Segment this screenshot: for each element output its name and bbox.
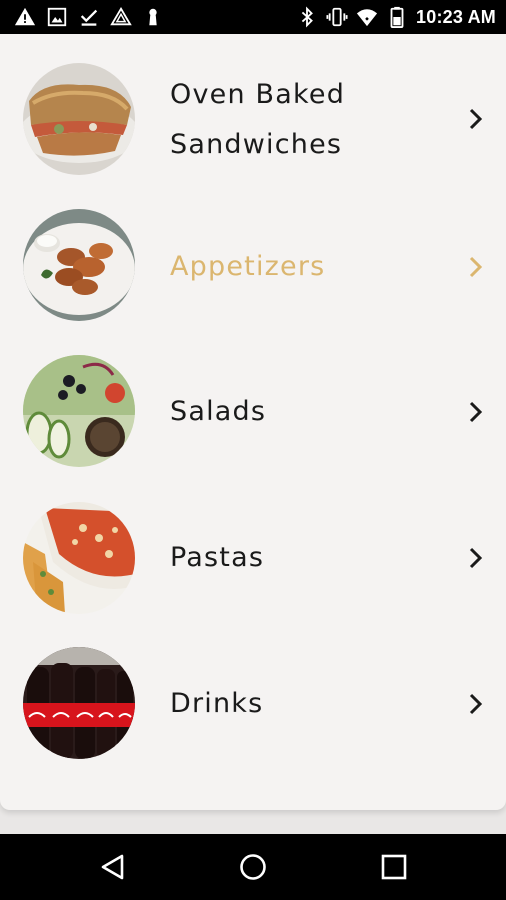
pasta-image xyxy=(23,502,135,614)
chevron-right-icon xyxy=(466,398,486,426)
chevron-right-icon xyxy=(466,690,486,718)
chevron-right-icon xyxy=(466,105,486,133)
category-oven-baked-sandwiches[interactable]: Oven Baked Sandwiches xyxy=(0,45,506,191)
chevron-right-icon xyxy=(466,253,486,281)
category-label: Pastas xyxy=(170,542,265,573)
battery-icon xyxy=(386,6,408,28)
back-icon[interactable] xyxy=(98,852,128,882)
category-drinks[interactable]: Drinks xyxy=(0,630,506,776)
category-label-line2: Sandwiches xyxy=(170,129,343,160)
drive-icon xyxy=(110,6,132,28)
category-appetizers[interactable]: Appetizers xyxy=(0,192,506,338)
vibrate-icon xyxy=(326,6,348,28)
category-label: Drinks xyxy=(170,688,264,719)
status-right-icons: 10:23 AM xyxy=(296,5,496,29)
category-label: Oven Baked Sandwiches xyxy=(170,70,440,170)
status-bar: 10:23 AM xyxy=(0,0,506,34)
navigation-bar xyxy=(0,834,506,900)
salad-image xyxy=(23,355,135,467)
wings-image xyxy=(23,209,135,321)
recents-icon[interactable] xyxy=(379,852,409,882)
chevron-right-icon xyxy=(466,544,486,572)
home-icon[interactable] xyxy=(238,852,268,882)
download-done-icon xyxy=(78,6,100,28)
image-icon xyxy=(46,6,68,28)
keyhole-icon xyxy=(142,6,164,28)
wifi-icon xyxy=(356,6,378,28)
status-time: 10:23 AM xyxy=(416,7,496,27)
sandwich-image xyxy=(23,63,135,175)
bluetooth-icon xyxy=(296,6,318,28)
category-label: Salads xyxy=(170,396,267,427)
category-salads[interactable]: Salads xyxy=(0,338,506,484)
status-left-icons xyxy=(14,6,164,28)
category-label-line1: Oven Baked xyxy=(170,79,346,110)
category-pastas[interactable]: Pastas xyxy=(0,484,506,630)
menu-content: Oven Baked Sandwiches Appetizers Salads … xyxy=(0,34,506,834)
category-label: Appetizers xyxy=(170,251,326,282)
category-list: Oven Baked Sandwiches Appetizers Salads … xyxy=(0,34,506,810)
soda-bottles-image xyxy=(23,647,135,759)
warning-icon xyxy=(14,6,36,28)
